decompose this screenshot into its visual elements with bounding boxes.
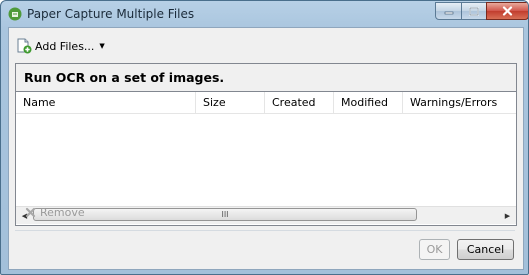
files-table-header: Name Size Created Modified Warnings/Erro… [16,92,516,114]
scrollbar-grip: III [221,210,229,219]
remove-button[interactable]: Remove [25,206,85,219]
add-files-label: Add Files... [35,39,95,53]
scroll-right-arrow-icon[interactable]: ▶ [499,207,516,224]
maximize-button[interactable] [461,2,487,20]
scrollbar-thumb[interactable]: III [33,208,417,221]
close-button[interactable] [486,2,528,20]
title-bar[interactable]: Paper Capture Multiple Files [1,1,528,27]
maximize-icon [469,6,479,16]
column-header-name[interactable]: Name [16,92,196,113]
minimize-button[interactable] [435,2,462,20]
remove-x-icon [25,207,36,218]
remove-label: Remove [40,206,85,219]
column-header-modified[interactable]: Modified [334,92,403,113]
paper-capture-app-icon [8,7,22,21]
horizontal-scrollbar[interactable]: ◀ III ▶ [16,206,516,224]
panel-heading: Run OCR on a set of images. [24,70,225,85]
close-icon [502,6,513,16]
add-file-icon [17,38,32,54]
ok-button[interactable]: OK [419,239,450,260]
files-table-body [16,114,516,206]
column-header-created[interactable]: Created [265,92,334,113]
window-title: Paper Capture Multiple Files [27,7,195,21]
dropdown-arrow-icon[interactable]: ▼ [99,42,104,50]
footer-divider [15,230,515,231]
cancel-button[interactable]: Cancel [457,239,514,260]
minimize-icon [444,11,453,15]
column-header-size[interactable]: Size [196,92,265,113]
dialog-client-area: Add Files... ▼ Run OCR on a set of image… [8,27,524,270]
add-files-button[interactable]: Add Files... ▼ [16,36,105,56]
files-panel: Run OCR on a set of images. Name Size Cr… [15,63,517,226]
dialog-window: Paper Capture Multiple Files Add Files..… [0,0,529,275]
panel-header: Run OCR on a set of images. [16,64,516,92]
column-header-warnings-errors[interactable]: Warnings/Errors [403,92,516,113]
